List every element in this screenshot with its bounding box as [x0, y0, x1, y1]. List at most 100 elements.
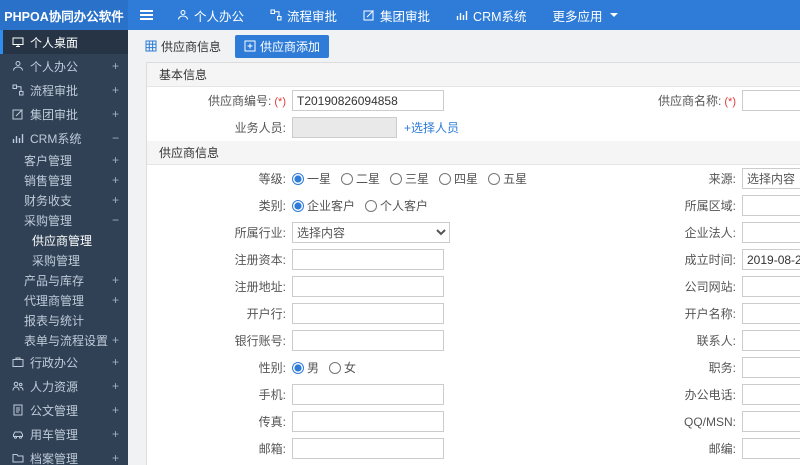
- region-input[interactable]: [742, 195, 800, 216]
- qq-msn-input[interactable]: [742, 411, 800, 432]
- bank-account-input[interactable]: [292, 330, 444, 351]
- select-person-link[interactable]: +选择人员: [404, 119, 459, 136]
- expand-icon[interactable]: +: [112, 403, 119, 417]
- sidebar-item-hr[interactable]: 人力资源 +: [0, 374, 128, 398]
- contact-input[interactable]: [742, 330, 800, 351]
- collapse-icon[interactable]: −: [112, 131, 119, 145]
- grade-radio[interactable]: [488, 172, 501, 185]
- expand-icon[interactable]: +: [112, 379, 119, 393]
- sidebar-item-process-approval[interactable]: 流程审批 +: [0, 78, 128, 102]
- sidebar-item-agent-mgmt[interactable]: 代理商管理 +: [0, 290, 128, 310]
- grade-option-5star[interactable]: 五星: [488, 170, 527, 187]
- nav-more-apps[interactable]: 更多应用: [540, 0, 631, 30]
- grade-radio[interactable]: [390, 172, 403, 185]
- mobile-input[interactable]: [292, 384, 444, 405]
- grade-option-1star[interactable]: 一星: [292, 170, 331, 187]
- supplier-name-label: 供应商名称: (*): [612, 92, 742, 109]
- sidebar-item-document-mgmt[interactable]: 公文管理 +: [0, 398, 128, 422]
- zip-label: 邮编:: [708, 442, 736, 456]
- bank-account-label: 银行账号:: [234, 334, 286, 348]
- legal-person-input[interactable]: [742, 222, 800, 243]
- email-input[interactable]: [292, 438, 444, 459]
- supplier-name-input[interactable]: [742, 90, 800, 111]
- expand-icon[interactable]: +: [112, 173, 119, 187]
- expand-icon[interactable]: +: [112, 83, 119, 97]
- sidebar-item-customer-mgmt[interactable]: 客户管理 +: [0, 150, 128, 170]
- sidebar-item-archive-mgmt[interactable]: 档案管理 +: [0, 446, 128, 465]
- reg-address-input[interactable]: [292, 276, 444, 297]
- expand-icon[interactable]: +: [112, 107, 119, 121]
- category-radio[interactable]: [365, 199, 378, 212]
- expand-icon[interactable]: +: [112, 193, 119, 207]
- expand-icon[interactable]: +: [112, 273, 119, 287]
- sidebar-item-label: CRM系统: [30, 131, 82, 146]
- sidebar-item-label: 集团审批: [30, 107, 79, 122]
- form-row-supplier-no: 供应商编号:(*) 供应商名称:(*): [147, 87, 800, 114]
- office-phone-input[interactable]: [742, 384, 800, 405]
- grade-radio[interactable]: [292, 172, 304, 185]
- supplier-no-label: 供应商编号: (*): [147, 92, 292, 109]
- grade-radio[interactable]: [341, 172, 354, 185]
- nav-process-approval[interactable]: 流程审批: [257, 0, 350, 30]
- sidebar-item-admin-office[interactable]: 行政办公 +: [0, 350, 128, 374]
- category-option-company[interactable]: 企业客户: [292, 197, 355, 214]
- sidebar-item-group-approval[interactable]: 集团审批 +: [0, 102, 128, 126]
- sidebar-item-form-process-settings[interactable]: 表单与流程设置 +: [0, 330, 128, 350]
- grade-radio[interactable]: [439, 172, 452, 185]
- established-label: 成立时间:: [684, 253, 736, 267]
- gender-option-female[interactable]: 女: [329, 359, 356, 376]
- gender-radio[interactable]: [329, 361, 342, 374]
- sidebar-item-personal-desktop[interactable]: 个人桌面: [0, 30, 128, 54]
- sidebar-item-purchase-mgmt[interactable]: 采购管理: [0, 250, 128, 270]
- grade-option-2star[interactable]: 二星: [341, 170, 380, 187]
- grade-option-3star[interactable]: 三星: [390, 170, 429, 187]
- briefcase-icon: [12, 356, 24, 368]
- category-option-personal[interactable]: 个人客户: [365, 197, 428, 214]
- sidebar-item-label: 采购管理: [24, 213, 73, 228]
- sidebar-item-vehicle-mgmt[interactable]: 用车管理 +: [0, 422, 128, 446]
- form-row-category: 类别: 企业客户 个人客户 所属区域:: [147, 192, 800, 219]
- expand-icon[interactable]: +: [112, 333, 119, 347]
- collapse-icon[interactable]: −: [112, 213, 119, 227]
- account-name-input[interactable]: [742, 303, 800, 324]
- expand-icon[interactable]: +: [112, 355, 119, 369]
- website-input[interactable]: [742, 276, 800, 297]
- reg-capital-input[interactable]: [292, 249, 444, 270]
- sidebar-item-supplier-mgmt[interactable]: 供应商管理: [0, 230, 128, 250]
- fax-input[interactable]: [292, 411, 444, 432]
- sidebar-item-procurement-mgmt[interactable]: 采购管理 −: [0, 210, 128, 230]
- nav-label: 个人办公: [194, 9, 245, 24]
- nav-personal-office[interactable]: 个人办公: [164, 0, 257, 30]
- supplier-no-input[interactable]: [292, 90, 444, 111]
- category-radio[interactable]: [292, 199, 304, 212]
- form-row-sales-person: 业务人员: +选择人员: [147, 114, 800, 141]
- sidebar-item-personal-office[interactable]: 个人办公 +: [0, 54, 128, 78]
- menu-toggle-icon[interactable]: [128, 0, 164, 30]
- position-input[interactable]: [742, 357, 800, 378]
- sidebar-item-finance[interactable]: 财务收支 +: [0, 190, 128, 210]
- tab-supplier-info[interactable]: 供应商信息: [136, 35, 230, 58]
- sidebar-item-product-inventory[interactable]: 产品与库存 +: [0, 270, 128, 290]
- sidebar-item-sales-mgmt[interactable]: 销售管理 +: [0, 170, 128, 190]
- bank-input[interactable]: [292, 303, 444, 324]
- source-select[interactable]: 选择内容: [742, 168, 800, 189]
- sidebar-item-reports-stats[interactable]: 报表与统计: [0, 310, 128, 330]
- established-input[interactable]: [742, 249, 800, 270]
- industry-select[interactable]: 选择内容: [292, 222, 450, 243]
- grade-option-4star[interactable]: 四星: [439, 170, 478, 187]
- expand-icon[interactable]: +: [112, 153, 119, 167]
- gender-option-male[interactable]: 男: [292, 359, 319, 376]
- tab-supplier-add[interactable]: 供应商添加: [235, 34, 330, 58]
- sidebar-item-crm-system[interactable]: CRM系统 −: [0, 126, 128, 150]
- expand-icon[interactable]: +: [112, 451, 119, 465]
- gender-radio[interactable]: [292, 361, 304, 374]
- nav-crm-system[interactable]: CRM系统: [443, 0, 539, 30]
- sidebar-item-label: 档案管理: [30, 451, 79, 465]
- expand-icon[interactable]: +: [112, 427, 119, 441]
- grade-label: 等级:: [258, 172, 286, 186]
- expand-icon[interactable]: +: [112, 293, 119, 307]
- nav-group-approval[interactable]: 集团审批: [350, 0, 443, 30]
- expand-icon[interactable]: +: [112, 59, 119, 73]
- sales-person-input[interactable]: [292, 117, 397, 138]
- zip-input[interactable]: [742, 438, 800, 459]
